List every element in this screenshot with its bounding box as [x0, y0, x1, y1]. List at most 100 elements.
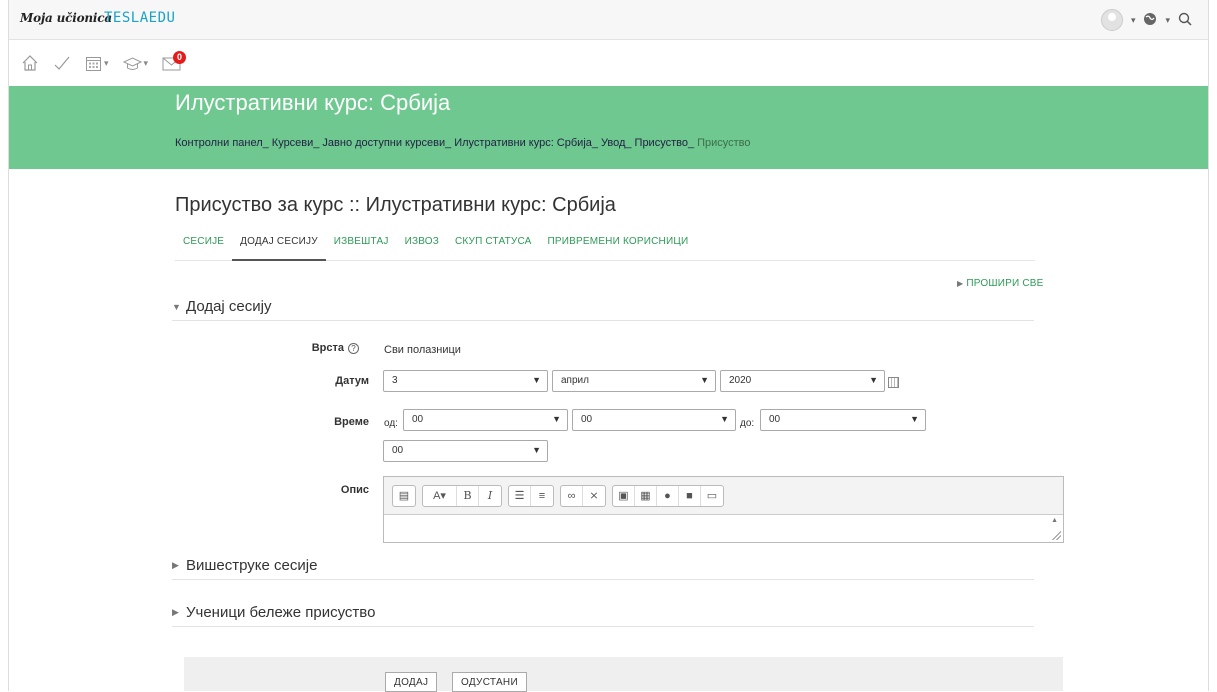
tab-bar: СЕСИЈЕ ДОДАЈ СЕСИЈУ ИЗВЕШТАЈ ИЗВОЗ СКУП …: [175, 228, 1035, 261]
tab-add-session[interactable]: ДОДАЈ СЕСИЈУ: [232, 228, 326, 261]
breadcrumb-item[interactable]: Јавно доступни курсеви: [322, 137, 445, 149]
tab-sessions[interactable]: СЕСИЈЕ: [175, 228, 232, 261]
expand-all-label: ПРОШИРИ СВЕ: [966, 278, 1044, 289]
brand-logo[interactable]: Moja učionica: [20, 11, 112, 25]
image-icon[interactable]: ▣: [613, 485, 635, 506]
dropdown-arrow-icon: ▼: [869, 375, 878, 385]
date-day-value: 3: [392, 375, 398, 386]
manage-files-icon[interactable]: ▭: [701, 486, 723, 506]
toolbar-group: A▾ B I: [422, 484, 502, 507]
to-hour-select[interactable]: 00 ▼: [760, 409, 926, 431]
avatar[interactable]: [1100, 9, 1123, 31]
section-title: Вишеструке сесије: [186, 557, 318, 574]
top-navbar: Moja učionica TESLAEDU ▾ ▾: [9, 0, 1208, 40]
caret-down-icon: ▼: [172, 301, 181, 312]
toolbar-group: ▣ ▦ ● ■ ▭: [612, 484, 724, 507]
help-icon[interactable]: ?: [348, 343, 359, 354]
font-style-icon[interactable]: A▾: [423, 485, 457, 506]
from-minute-value: 00: [581, 414, 593, 425]
microphone-icon[interactable]: ●: [657, 485, 679, 506]
caret-right-icon: ▶: [957, 279, 964, 288]
section-title: Додај сесију: [186, 298, 272, 315]
from-hour-select[interactable]: 00 ▼: [403, 409, 568, 431]
to-label: до:: [740, 418, 755, 429]
globe-icon[interactable]: [1143, 12, 1157, 29]
scroll-up-icon[interactable]: ▲: [1051, 517, 1058, 524]
check-icon[interactable]: [53, 54, 71, 72]
tab-report[interactable]: ИЗВЕШТАЈ: [326, 228, 397, 261]
tab-temporary-users[interactable]: ПРИВРЕМЕНИ КОРИСНИЦИ: [540, 228, 697, 261]
breadcrumb-item[interactable]: Илустративни курс: Србија: [454, 137, 592, 149]
resize-handle[interactable]: [1051, 530, 1061, 540]
form-actions: [184, 657, 1063, 691]
date-month-value: април: [561, 375, 589, 386]
to-minute-select[interactable]: 00 ▼: [383, 440, 548, 462]
date-year-select[interactable]: 2020 ▼: [720, 370, 885, 392]
date-label: Датум: [335, 375, 369, 387]
partner-logo: TESLAEDU: [104, 10, 176, 26]
date-month-select[interactable]: април ▼: [552, 370, 716, 392]
chevron-down-icon[interactable]: ▾: [104, 58, 109, 69]
breadcrumb-item[interactable]: Курсеви: [272, 137, 314, 149]
bold-icon[interactable]: B: [457, 485, 479, 506]
toolbar-toggle-icon[interactable]: ▤: [393, 486, 415, 506]
add-button[interactable]: ДОДАЈ: [385, 672, 438, 692]
quick-icon-bar: ▾ ▾ 0: [9, 40, 1208, 86]
to-hour-value: 00: [769, 414, 781, 425]
media-icon[interactable]: ▦: [635, 485, 657, 506]
search-icon[interactable]: [1178, 12, 1192, 29]
type-label: Врста?: [259, 342, 359, 354]
dropdown-arrow-icon: ▼: [910, 414, 919, 424]
date-year-value: 2020: [729, 375, 752, 386]
description-editor: ▤ A▾ B I ☰ ≡ ∞ ⨯ ▣ ▦ ● ■ ▭ ▲: [383, 476, 1064, 543]
chevron-down-icon[interactable]: ▾: [144, 58, 149, 69]
section-multiple-sessions[interactable]: ▶ Вишеструке сесије: [172, 552, 1034, 580]
italic-icon[interactable]: I: [479, 486, 501, 506]
dropdown-arrow-icon: ▼: [700, 375, 709, 385]
dropdown-arrow-icon: ▼: [532, 375, 541, 385]
caret-right-icon: ▶: [172, 607, 179, 617]
dropdown-arrow-icon: ▼: [532, 445, 541, 455]
dropdown-arrow-icon: ▼: [720, 414, 729, 424]
tab-export[interactable]: ИЗВОЗ: [397, 228, 447, 261]
toolbar-group: ∞ ⨯: [560, 484, 606, 507]
type-label-text: Врста: [311, 342, 344, 354]
toolbar-group: ☰ ≡: [508, 484, 554, 507]
graduation-cap-icon[interactable]: ▾: [122, 55, 149, 72]
from-hour-value: 00: [412, 414, 424, 425]
editor-content[interactable]: [384, 515, 1063, 542]
envelope-icon[interactable]: 0: [162, 50, 187, 71]
chevron-down-icon[interactable]: ▾: [1165, 15, 1170, 26]
to-minute-value: 00: [392, 445, 404, 456]
unread-badge: 0: [173, 50, 187, 64]
link-icon[interactable]: ∞: [561, 485, 583, 506]
calendar-icon[interactable]: [888, 377, 899, 388]
section-add-session[interactable]: ▼ Додај сесију: [172, 293, 1034, 321]
unordered-list-icon[interactable]: ☰: [509, 485, 531, 506]
breadcrumb-item[interactable]: Контролни панел: [175, 137, 263, 149]
type-value: Сви полазници: [384, 344, 461, 356]
dropdown-arrow-icon: ▼: [552, 414, 561, 424]
breadcrumb-current: Присуство: [697, 137, 751, 149]
calendar-icon[interactable]: ▾: [85, 55, 109, 72]
cancel-button[interactable]: ОДУСТАНИ: [452, 672, 527, 692]
breadcrumb-item[interactable]: Увод: [601, 137, 625, 149]
expand-all-link[interactable]: ▶ ПРОШИРИ СВЕ: [957, 278, 1044, 289]
course-header: Илустративни курс: Србија Контролни пане…: [9, 86, 1208, 169]
ordered-list-icon[interactable]: ≡: [531, 486, 553, 506]
home-icon[interactable]: [21, 54, 39, 72]
date-day-select[interactable]: 3 ▼: [383, 370, 548, 392]
course-title: Илустративни курс: Србија: [175, 90, 451, 115]
from-minute-select[interactable]: 00 ▼: [572, 409, 736, 431]
section-title: Ученици бележе присуство: [186, 604, 376, 621]
section-students-record[interactable]: ▶ Ученици бележе присуство: [172, 599, 1034, 627]
video-icon[interactable]: ■: [679, 485, 701, 506]
description-label: Опис: [340, 484, 369, 496]
tab-status-set[interactable]: СКУП СТАТУСА: [447, 228, 540, 261]
editor-toolbar: ▤ A▾ B I ☰ ≡ ∞ ⨯ ▣ ▦ ● ■ ▭: [384, 477, 1063, 515]
chevron-down-icon[interactable]: ▾: [1131, 15, 1136, 26]
caret-right-icon: ▶: [172, 560, 179, 570]
breadcrumb-item[interactable]: Присуство: [635, 137, 688, 149]
page-frame: Moja učionica TESLAEDU ▾ ▾ ▾ ▾ 0 Илустра…: [8, 0, 1209, 692]
unlink-icon[interactable]: ⨯: [583, 486, 605, 506]
